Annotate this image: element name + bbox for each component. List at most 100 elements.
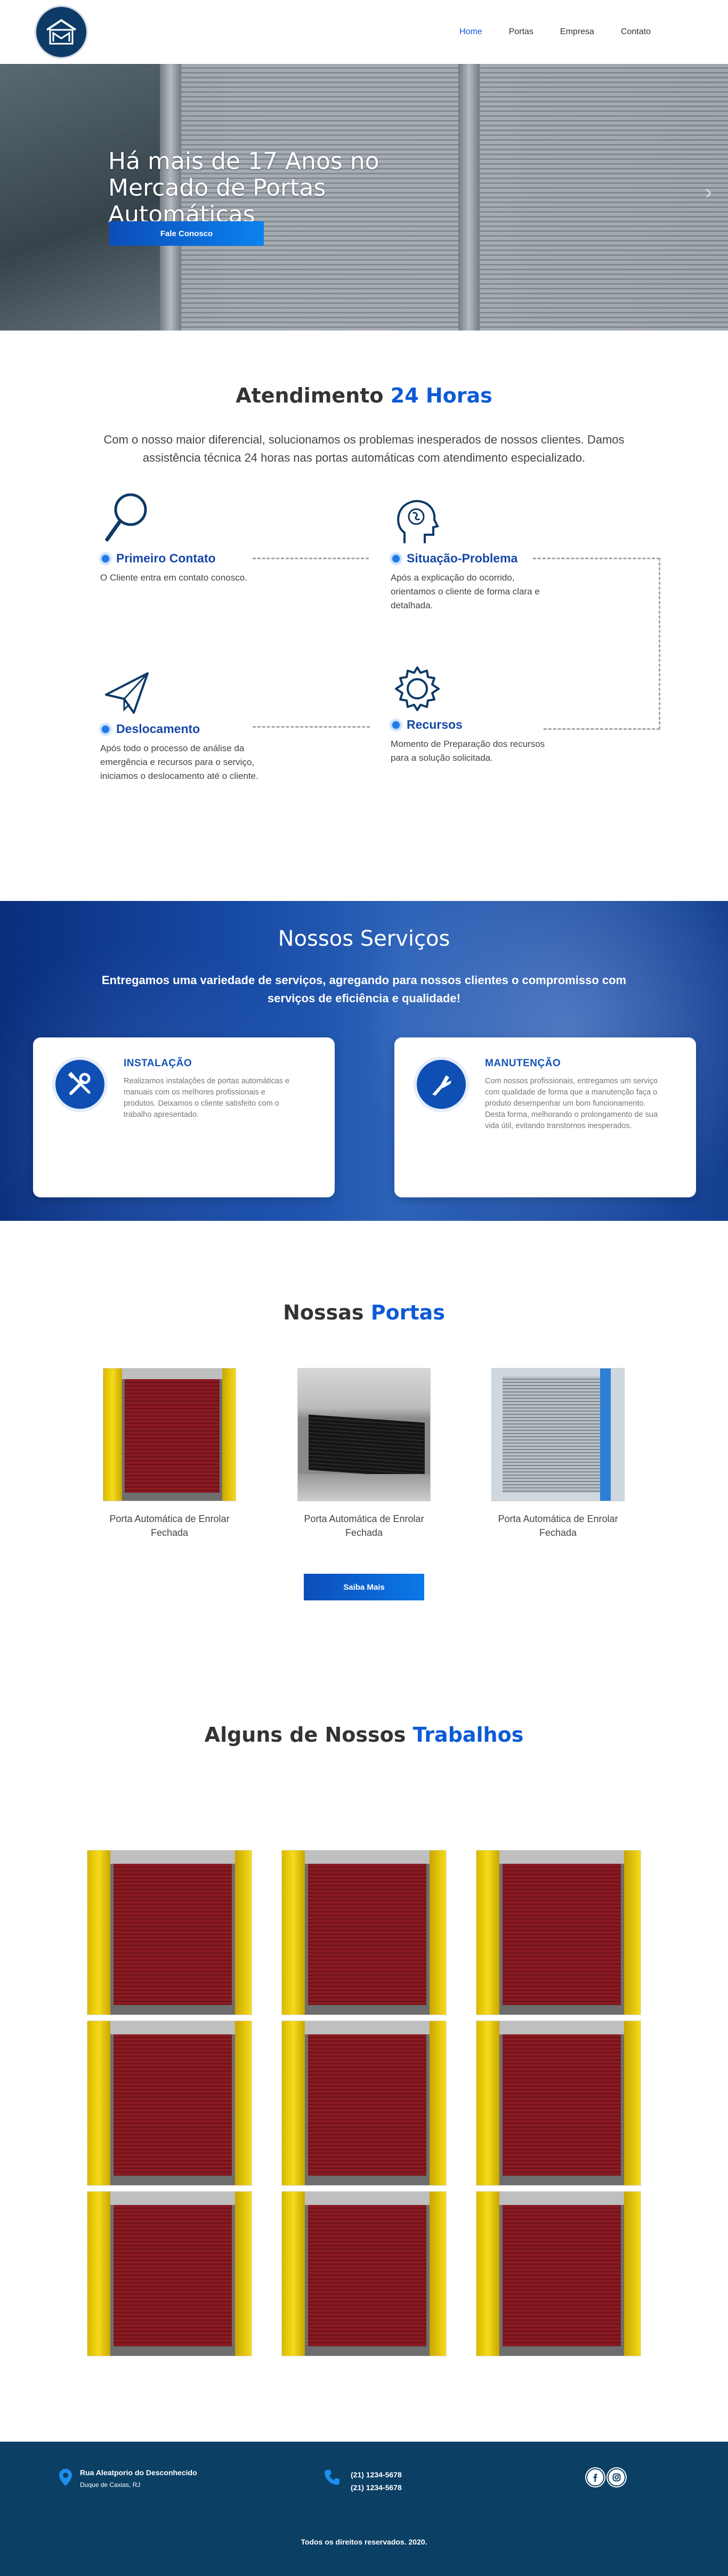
door-photo-shutter	[114, 1863, 232, 2005]
door-photo-shutter	[502, 1376, 601, 1493]
atendimento-title-plain: Atendimento	[236, 384, 391, 407]
atendimento-intro: Com o nosso maior diferencial, soluciona…	[103, 433, 625, 464]
nav-empresa[interactable]: Empresa	[547, 27, 608, 37]
trabalho-photo[interactable]	[476, 2191, 641, 2356]
door-photo-top	[87, 2192, 252, 2205]
service-card-text: Realizamos instalações de portas automát…	[124, 1077, 290, 1119]
hero-banner: Há mais de 17 Anos no Mercado de Portas …	[0, 64, 728, 331]
trabalho-photo[interactable]	[87, 2020, 252, 2186]
instagram-icon[interactable]	[608, 2468, 626, 2486]
step-head: Situação-Problema	[391, 551, 551, 566]
trabalho-photo[interactable]	[281, 2191, 447, 2356]
copyright: Todos os direitos reservados. 2020.	[301, 2538, 427, 2546]
door-photo-top	[476, 2021, 641, 2034]
flow-connector	[533, 558, 660, 559]
door-photo-rail	[600, 1368, 611, 1501]
gear-icon	[391, 662, 444, 715]
footer-address-text: Rua Aleatporio do Desconhecido Duque de …	[80, 2468, 197, 2489]
door-photo-frame	[430, 2021, 446, 2185]
phone-number[interactable]: (21) 1234-5678	[351, 2481, 402, 2494]
porta-card[interactable]: Porta Automática de Enrolar Fechada	[491, 1368, 625, 1540]
porta-image[interactable]	[103, 1368, 236, 1501]
service-card-instalacao[interactable]: INSTALAÇÃO Realizamos instalações de por…	[33, 1037, 335, 1197]
door-photo	[282, 2021, 446, 2185]
porta-image[interactable]	[491, 1368, 625, 1501]
door-photo-top	[476, 2192, 641, 2205]
door-photo-frame	[476, 1850, 500, 2015]
main-nav: Home Portas Empresa Contato	[446, 27, 664, 37]
door-photo-frame	[476, 2021, 500, 2185]
flow-connector	[544, 728, 660, 730]
map-pin-icon	[59, 2468, 72, 2489]
step-dot	[391, 719, 401, 730]
door-photo-frame	[235, 1850, 252, 2015]
service-card-manutencao[interactable]: MANUTENÇÃO Com nossos profissionais, ent…	[394, 1037, 696, 1197]
porta-caption: Porta Automática de Enrolar Fechada	[304, 1514, 424, 1538]
door-photo	[282, 2192, 446, 2356]
portas-title-plain: Nossas	[283, 1301, 371, 1324]
trabalho-photo[interactable]	[281, 1850, 447, 2015]
door-photo	[476, 2021, 641, 2185]
nav-contato[interactable]: Contato	[608, 27, 664, 37]
logo[interactable]	[35, 5, 88, 59]
door-photo-frame	[624, 2021, 641, 2185]
door-photo	[298, 1368, 430, 1501]
door-photo	[282, 1850, 446, 2015]
step-title: Recursos	[407, 718, 463, 731]
atendimento-title: Atendimento 24 Horas	[0, 384, 728, 407]
trabalho-photo[interactable]	[476, 2020, 641, 2186]
step-head: Primeiro Contato	[100, 551, 260, 566]
door-photo-shutter	[114, 2034, 232, 2176]
phone-number[interactable]: (21) 1234-5678	[351, 2468, 402, 2481]
flow-connector	[253, 558, 369, 559]
door-photo-frame	[430, 2192, 446, 2356]
door-photo-frame	[282, 1850, 305, 2015]
social-links	[586, 2468, 626, 2486]
porta-card[interactable]: Porta Automática de Enrolar Fechada	[103, 1368, 236, 1540]
door-photo-frame	[87, 1850, 111, 2015]
step-dot	[100, 723, 111, 735]
address-line1: Rua Aleatporio do Desconhecido	[80, 2468, 197, 2477]
door-photo-top	[87, 1850, 252, 1864]
door-photo-top	[282, 2021, 446, 2034]
trabalho-photo[interactable]	[476, 1850, 641, 2015]
facebook-icon[interactable]	[586, 2468, 604, 2486]
service-card-title: INSTALAÇÃO	[124, 1058, 192, 1069]
servicos-title: Nossos Serviços	[278, 927, 450, 951]
trabalhos-title-plain: Alguns de Nossos	[204, 1723, 413, 1746]
saiba-mais-button[interactable]: Saiba Mais	[304, 1574, 424, 1600]
door-photo-top	[87, 2021, 252, 2034]
nav-portas[interactable]: Portas	[496, 27, 547, 37]
phone-icon	[323, 2468, 341, 2489]
door-photo-frame	[282, 2021, 305, 2185]
door-photo	[476, 1850, 641, 2015]
step-dot	[100, 553, 111, 564]
step-text: Após a explicação do ocorrido, orientamo…	[391, 573, 540, 610]
door-photo-frame	[624, 1850, 641, 2015]
hero-title: Há mais de 17 Anos no Mercado de Portas …	[108, 148, 379, 228]
servicos-section: Nossos Serviços Entregamos uma variedade…	[0, 901, 728, 1221]
step-text: O Cliente entra em contato conosco.	[100, 573, 247, 583]
door-photo-frame	[222, 1368, 236, 1501]
door-photo-floor	[298, 1474, 430, 1501]
chevron-right-icon[interactable]: ›	[705, 180, 712, 204]
address-line2: Duque de Caxias, RJ	[80, 2481, 141, 2489]
trabalho-photo[interactable]	[87, 2191, 252, 2356]
porta-card[interactable]: Porta Automática de Enrolar Fechada	[297, 1368, 431, 1540]
door-photo-frame	[282, 2192, 305, 2356]
atendimento-title-accent: 24 Horas	[390, 384, 492, 407]
step-situacao-problema: Situação-Problema Após a explicação do o…	[391, 496, 551, 613]
door-photo-shutter	[308, 1414, 425, 1479]
fale-conosco-button[interactable]: Fale Conosco	[109, 221, 264, 246]
porta-image[interactable]	[297, 1368, 431, 1501]
door-photo-top	[282, 2192, 446, 2205]
door-photo	[87, 2021, 252, 2185]
portas-title: Nossas Portas	[0, 1301, 728, 1324]
trabalho-photo[interactable]	[281, 2020, 447, 2186]
site-header: Home Portas Empresa Contato	[0, 0, 728, 64]
tools-icon	[52, 1057, 108, 1112]
door-photo-frame	[87, 2192, 111, 2356]
nav-home[interactable]: Home	[446, 27, 496, 37]
step-text: Após todo o processo de análise da emerg…	[100, 743, 258, 781]
trabalho-photo[interactable]	[87, 1850, 252, 2015]
